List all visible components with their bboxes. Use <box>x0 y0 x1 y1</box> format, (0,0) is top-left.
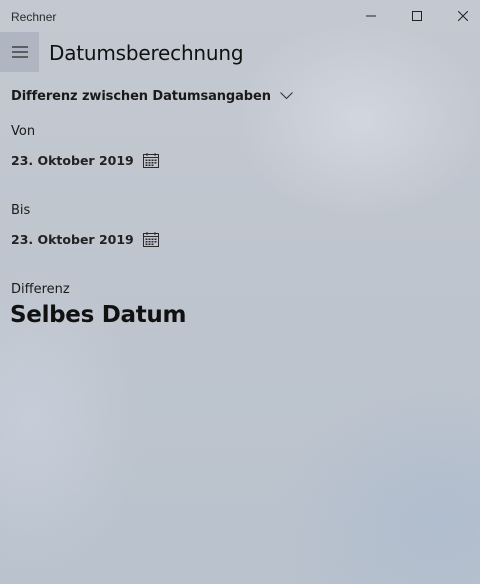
calculation-mode-dropdown[interactable]: Differenz zwischen Datumsangaben <box>11 87 293 105</box>
from-date-value: 23. Oktober 2019 <box>11 152 134 168</box>
calculation-mode-label: Differenz zwischen Datumsangaben <box>11 88 271 104</box>
chevron-down-icon <box>280 92 293 100</box>
close-button[interactable] <box>440 0 480 32</box>
to-date-value: 23. Oktober 2019 <box>11 231 134 247</box>
navigation-menu-button[interactable] <box>0 32 39 72</box>
from-date-picker[interactable]: 23. Oktober 2019 <box>11 150 159 170</box>
difference-label: Differenz <box>11 282 70 297</box>
calendar-icon <box>142 231 159 247</box>
mode-title: Datumsberechnung <box>49 41 244 65</box>
maximize-button[interactable] <box>394 0 440 32</box>
maximize-icon <box>412 11 422 21</box>
calendar-icon <box>142 152 159 168</box>
app-title: Rechner <box>11 10 57 24</box>
to-date-picker[interactable]: 23. Oktober 2019 <box>11 229 159 249</box>
hamburger-menu-icon <box>11 46 28 58</box>
to-label: Bis <box>11 203 31 218</box>
minimize-icon <box>366 15 376 17</box>
title-bar: Rechner <box>0 0 480 32</box>
close-icon <box>458 11 468 21</box>
from-label: Von <box>11 124 36 139</box>
minimize-button[interactable] <box>348 0 394 32</box>
difference-result: Selbes Datum <box>10 302 187 328</box>
